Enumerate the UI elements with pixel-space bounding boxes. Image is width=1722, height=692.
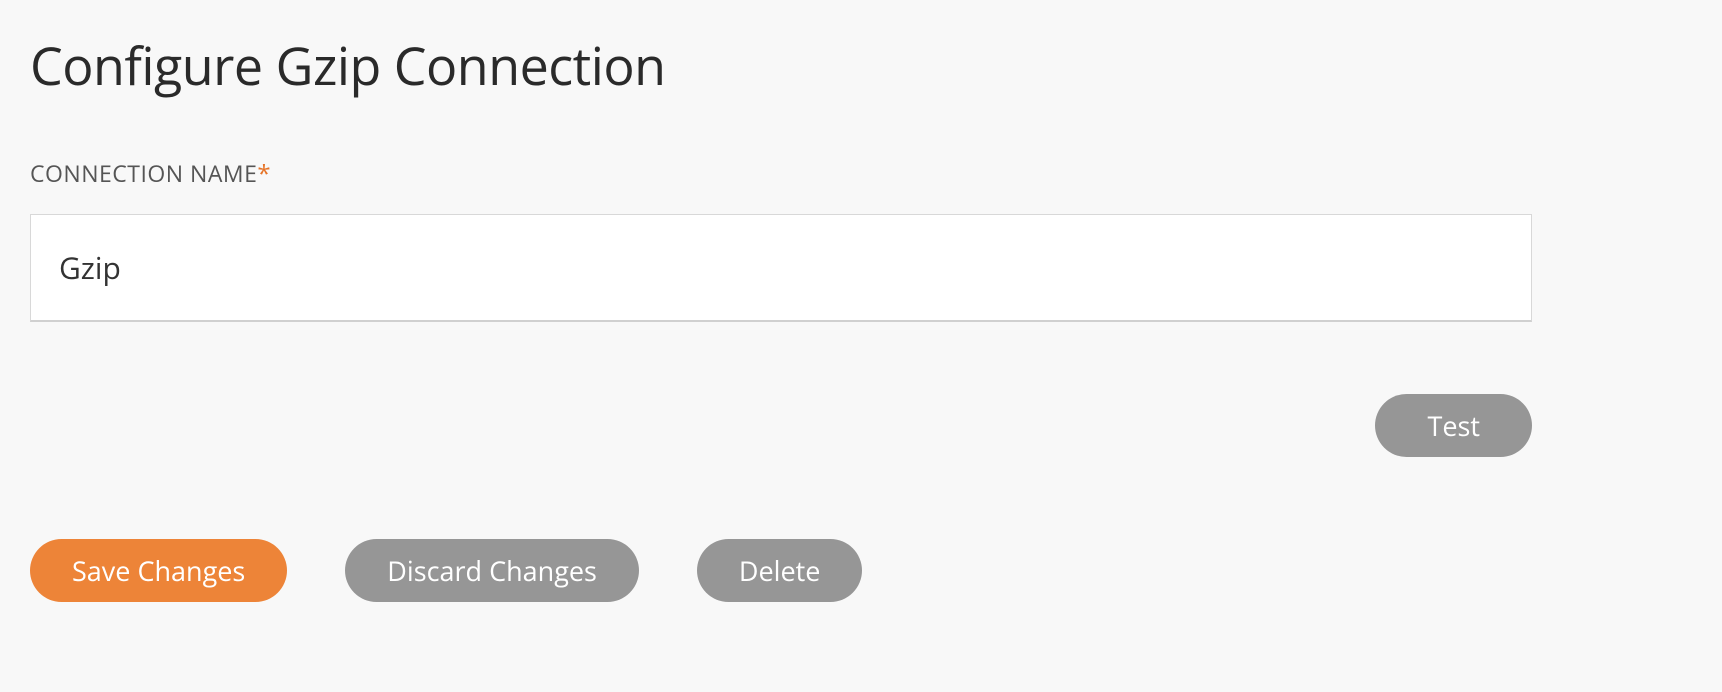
page-title: Configure Gzip Connection xyxy=(30,30,1692,101)
discard-changes-button[interactable]: Discard Changes xyxy=(345,539,639,602)
connection-name-label-text: CONNECTION NAME xyxy=(30,157,257,189)
delete-button[interactable]: Delete xyxy=(697,539,863,602)
save-changes-button[interactable]: Save Changes xyxy=(30,539,287,602)
test-button[interactable]: Test xyxy=(1375,394,1532,457)
connection-name-label: CONNECTION NAME* xyxy=(30,157,1692,190)
required-asterisk-icon: * xyxy=(257,157,271,190)
connection-name-input[interactable] xyxy=(30,214,1532,322)
